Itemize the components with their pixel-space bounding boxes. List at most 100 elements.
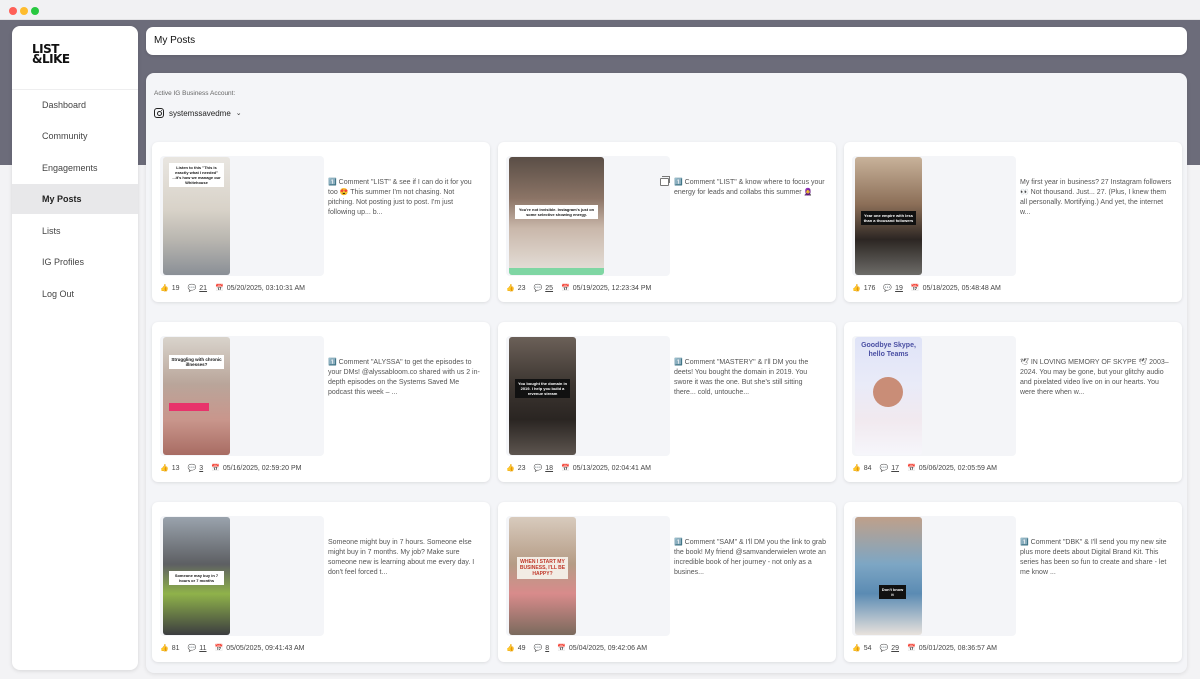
comment-count[interactable]: 3 [199, 465, 203, 472]
posts-panel: Active IG Business Account: systemssaved… [146, 73, 1187, 673]
post-caption: My first year in business? 27 Instagram … [1020, 179, 1172, 216]
like-count: 54 [863, 644, 872, 652]
post-thumbnail[interactable]: Listen to this "This is exactly what I n… [163, 157, 230, 275]
post-card[interactable]: Someone may buy in 7 hours or 7 months S… [152, 502, 490, 662]
thumbs-up-icon: 👍 [160, 285, 169, 292]
comment-count[interactable]: 25 [545, 285, 553, 292]
post-thumbnail[interactable]: You bought the domain in 2019. I help yo… [509, 337, 576, 455]
post-caption: 1️⃣ Comment "ALYSSA" to get the episodes… [328, 359, 480, 396]
thumbnail-overlay-text: Listen to this "This is exactly what I n… [169, 163, 224, 187]
comments-icon: 💬 [533, 465, 543, 472]
chevron-down-icon: ⌄ [235, 110, 242, 117]
comments-icon: 💬 [879, 645, 889, 652]
comment-count[interactable]: 29 [891, 645, 899, 652]
post-media: You're not invisible. Instagram's just o… [506, 156, 670, 276]
post-stats: 👍 54 💬 29 📅 05/01/2025, 08:36:57 AM [852, 643, 997, 653]
post-caption: 1️⃣ Comment "MASTERY" & I'll DM you the … [674, 359, 809, 396]
thumbs-up-icon: 👍 [852, 465, 861, 472]
comments-icon: 💬 [187, 645, 197, 652]
maximize-window-icon[interactable] [31, 7, 39, 15]
thumbnail-overlay-text: Struggling with chronic illnesses? [169, 355, 224, 369]
post-card[interactable]: Goodbye Skype, hello Teams 🕊 IN LOVING M… [844, 322, 1182, 482]
thumbs-up-icon: 👍 [506, 285, 515, 292]
post-stats: 👍 13 💬 3 📅 05/16/2025, 02:59:20 PM [160, 463, 301, 473]
logo[interactable]: LIST &LIKE [12, 26, 138, 90]
comments-icon: 💬 [533, 285, 543, 292]
comment-count[interactable]: 19 [895, 285, 903, 292]
post-thumbnail[interactable]: Someone may buy in 7 hours or 7 months [163, 517, 230, 635]
post-date: 05/20/2025, 03:10:31 AM [226, 284, 305, 292]
post-stats: 👍 81 💬 11 📅 05/05/2025, 09:41:43 AM [160, 643, 304, 653]
comment-count[interactable]: 8 [545, 645, 549, 652]
post-caption: 1️⃣ Comment "LIST" & see if I can do it … [328, 179, 472, 216]
like-count: 176 [863, 284, 876, 292]
comments-icon: 💬 [187, 285, 197, 292]
sidebar-item-community[interactable]: Community [12, 121, 138, 151]
post-media: Don't know it [852, 516, 1016, 636]
post-date: 05/04/2025, 09:42:06 AM [568, 644, 648, 652]
like-count: 81 [171, 644, 180, 652]
account-select[interactable]: systemssavedme ⌄ [154, 106, 242, 120]
post-media: Listen to this "This is exactly what I n… [160, 156, 324, 276]
post-card[interactable]: You bought the domain in 2019. I help yo… [498, 322, 836, 482]
logo-line-2: &LIKE [32, 52, 70, 66]
post-stats: 👍 23 💬 18 📅 05/13/2025, 02:04:41 AM [506, 463, 651, 473]
post-thumbnail[interactable]: Struggling with chronic illnesses? [163, 337, 230, 455]
comment-count[interactable]: 21 [199, 285, 207, 292]
post-thumbnail[interactable]: You're not invisible. Instagram's just o… [509, 157, 604, 275]
like-count: 13 [171, 464, 180, 472]
post-date: 05/19/2025, 12:23:34 PM [572, 284, 652, 292]
sidebar-item-ig-profiles[interactable]: IG Profiles [12, 247, 138, 277]
post-card[interactable]: Don't know it 1️⃣ Comment "DBK" & I'll s… [844, 502, 1182, 662]
post-caption: 1️⃣ Comment "SAM" & I'll DM you the link… [674, 539, 826, 576]
comment-count[interactable]: 17 [891, 465, 899, 472]
post-thumbnail[interactable]: Don't know it [855, 517, 922, 635]
post-thumbnail[interactable]: Goodbye Skype, hello Teams [855, 337, 922, 455]
post-card[interactable]: Struggling with chronic illnesses? 1️⃣ C… [152, 322, 490, 482]
post-card[interactable]: Year one empire with less than a thousan… [844, 142, 1182, 302]
thumbs-up-icon: 👍 [160, 645, 169, 652]
window-titlebar [0, 0, 1200, 20]
thumbs-up-icon: 👍 [852, 645, 861, 652]
comment-count[interactable]: 18 [545, 465, 553, 472]
post-media: Goodbye Skype, hello Teams [852, 336, 1016, 456]
post-date: 05/05/2025, 09:41:43 AM [226, 644, 305, 652]
sidebar-item-engagements[interactable]: Engagements [12, 153, 138, 183]
post-media: Year one empire with less than a thousan… [852, 156, 1016, 276]
post-card[interactable]: You're not invisible. Instagram's just o… [498, 142, 836, 302]
post-stats: 👍 49 💬 8 📅 05/04/2025, 09:42:06 AM [506, 643, 647, 653]
like-count: 49 [517, 644, 526, 652]
post-media: Struggling with chronic illnesses? [160, 336, 324, 456]
thumbnail-overlay-text: Someone may buy in 7 hours or 7 months [169, 571, 224, 585]
like-count: 23 [517, 284, 526, 292]
carousel-icon [660, 176, 670, 186]
calendar-icon: 📅 [557, 645, 566, 652]
calendar-icon: 📅 [214, 645, 224, 652]
sidebar-item-dashboard[interactable]: Dashboard [12, 90, 138, 120]
like-count: 23 [517, 464, 526, 472]
post-thumbnail[interactable]: WHEN I START MY BUSINESS, I'LL BE HAPPY? [509, 517, 576, 635]
calendar-icon: 📅 [910, 285, 920, 292]
page-title: My Posts [154, 35, 196, 46]
sidebar-item-lists[interactable]: Lists [12, 216, 138, 246]
close-window-icon[interactable] [9, 7, 17, 15]
post-card[interactable]: WHEN I START MY BUSINESS, I'LL BE HAPPY?… [498, 502, 836, 662]
post-thumbnail[interactable]: Year one empire with less than a thousan… [855, 157, 922, 275]
post-caption: 1️⃣ Comment "LIST" & know where to focus… [674, 179, 825, 196]
post-stats: 👍 23 💬 25 📅 05/19/2025, 12:23:34 PM [506, 283, 651, 293]
post-date: 05/06/2025, 02:05:59 AM [918, 464, 997, 472]
sidebar-item-log-out[interactable]: Log Out [12, 279, 138, 309]
sidebar-item-my-posts[interactable]: My Posts [12, 184, 138, 214]
post-card[interactable]: Listen to this "This is exactly what I n… [152, 142, 490, 302]
comments-icon: 💬 [879, 465, 889, 472]
post-media: You bought the domain in 2019. I help yo… [506, 336, 670, 456]
minimize-window-icon[interactable] [20, 7, 28, 15]
post-media: Someone may buy in 7 hours or 7 months [160, 516, 324, 636]
post-date: 05/01/2025, 08:36:57 AM [918, 644, 997, 652]
comments-icon: 💬 [883, 285, 893, 292]
thumbs-up-icon: 👍 [506, 645, 515, 652]
post-caption: 1️⃣ Comment "DBK" & I'll send you my new… [1020, 539, 1167, 576]
comment-count[interactable]: 11 [199, 645, 206, 652]
calendar-icon: 📅 [215, 285, 224, 292]
account-label: Active IG Business Account: [154, 90, 236, 97]
